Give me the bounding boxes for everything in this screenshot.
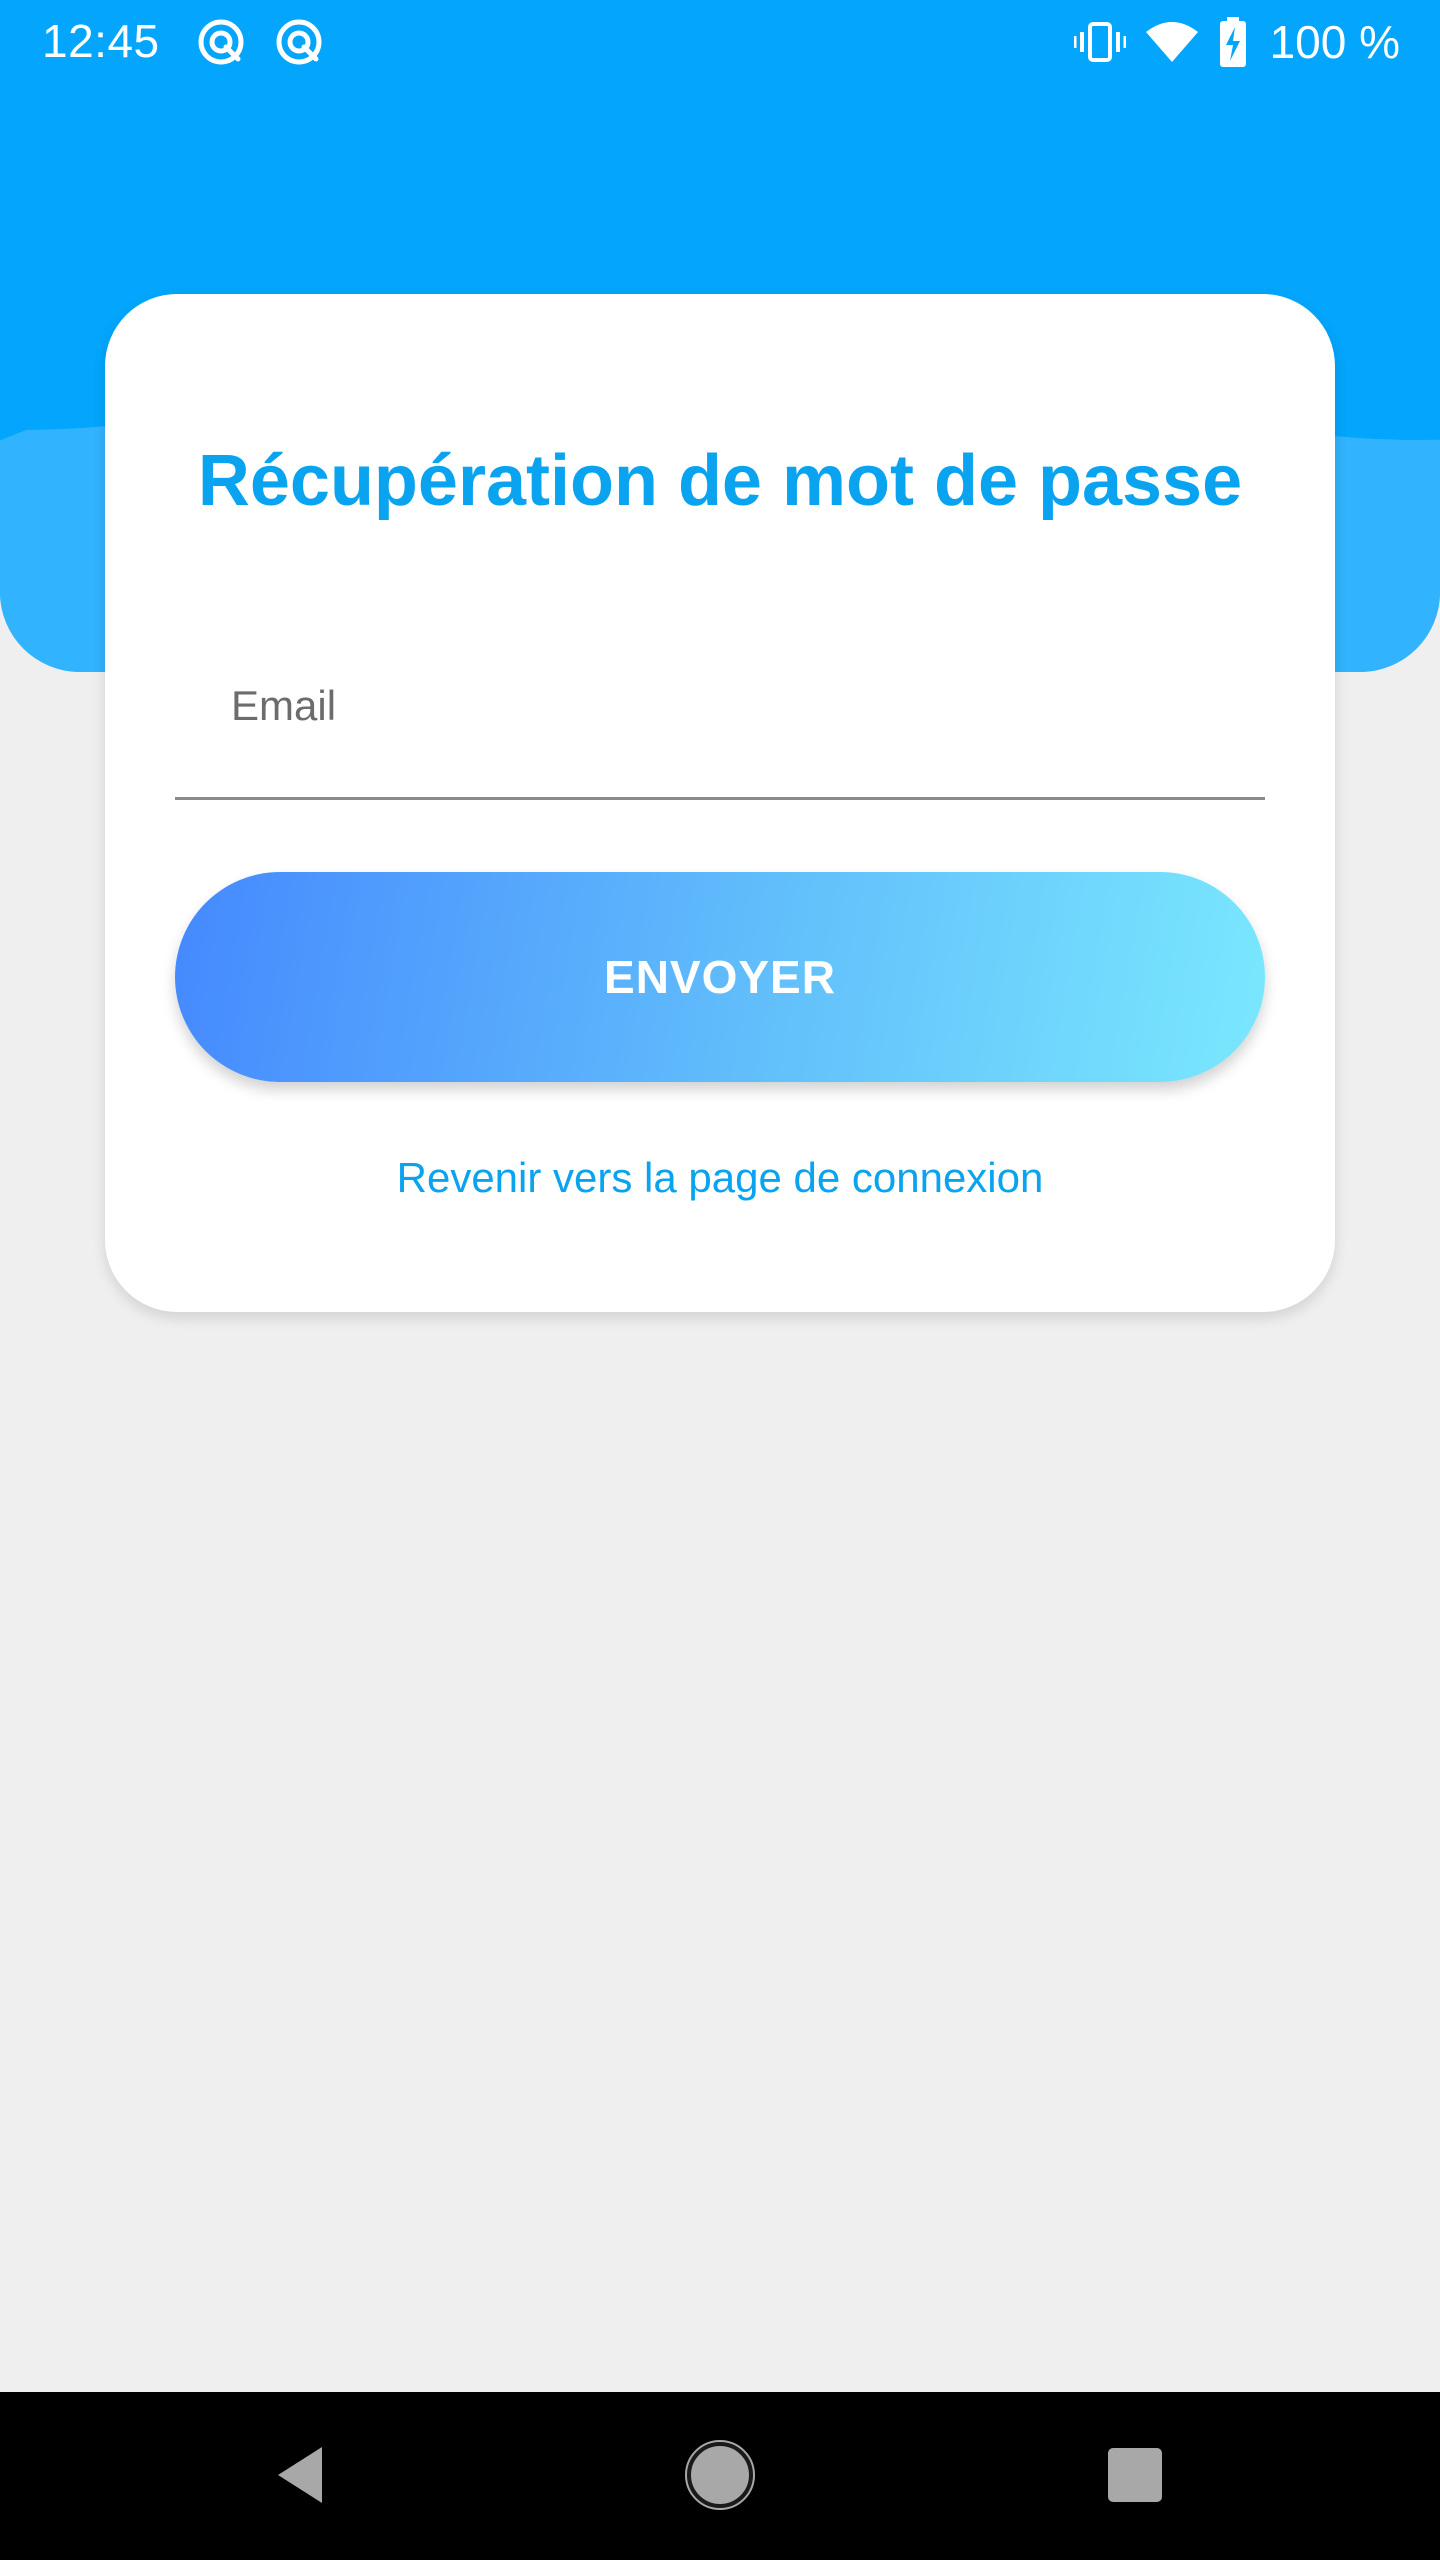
battery-percentage: 100 % [1269,16,1400,68]
status-time: 12:45 [42,15,160,67]
wifi-icon [1145,22,1198,62]
email-field[interactable] [175,660,1265,800]
send-button[interactable]: ENVOYER [175,872,1265,1082]
sync-icon [276,19,322,65]
nav-recents-button[interactable] [1090,2430,1180,2520]
status-icons: 100 % [1073,14,1400,70]
sync-icon [198,19,244,65]
page-title: Récupération de mot de passe [197,441,1243,521]
status-bar: 12:45 100 % [0,0,1440,84]
navigation-bar [0,2392,1440,2560]
battery-charging-icon [1219,17,1246,67]
home-icon [685,2440,755,2510]
nav-back-button[interactable] [255,2430,345,2520]
vibrate-icon [1073,22,1126,62]
recents-icon [1108,2448,1162,2502]
back-icon [278,2447,322,2503]
back-to-login-link[interactable]: Revenir vers la page de connexion [0,1154,1440,1202]
nav-home-button[interactable] [675,2430,765,2520]
